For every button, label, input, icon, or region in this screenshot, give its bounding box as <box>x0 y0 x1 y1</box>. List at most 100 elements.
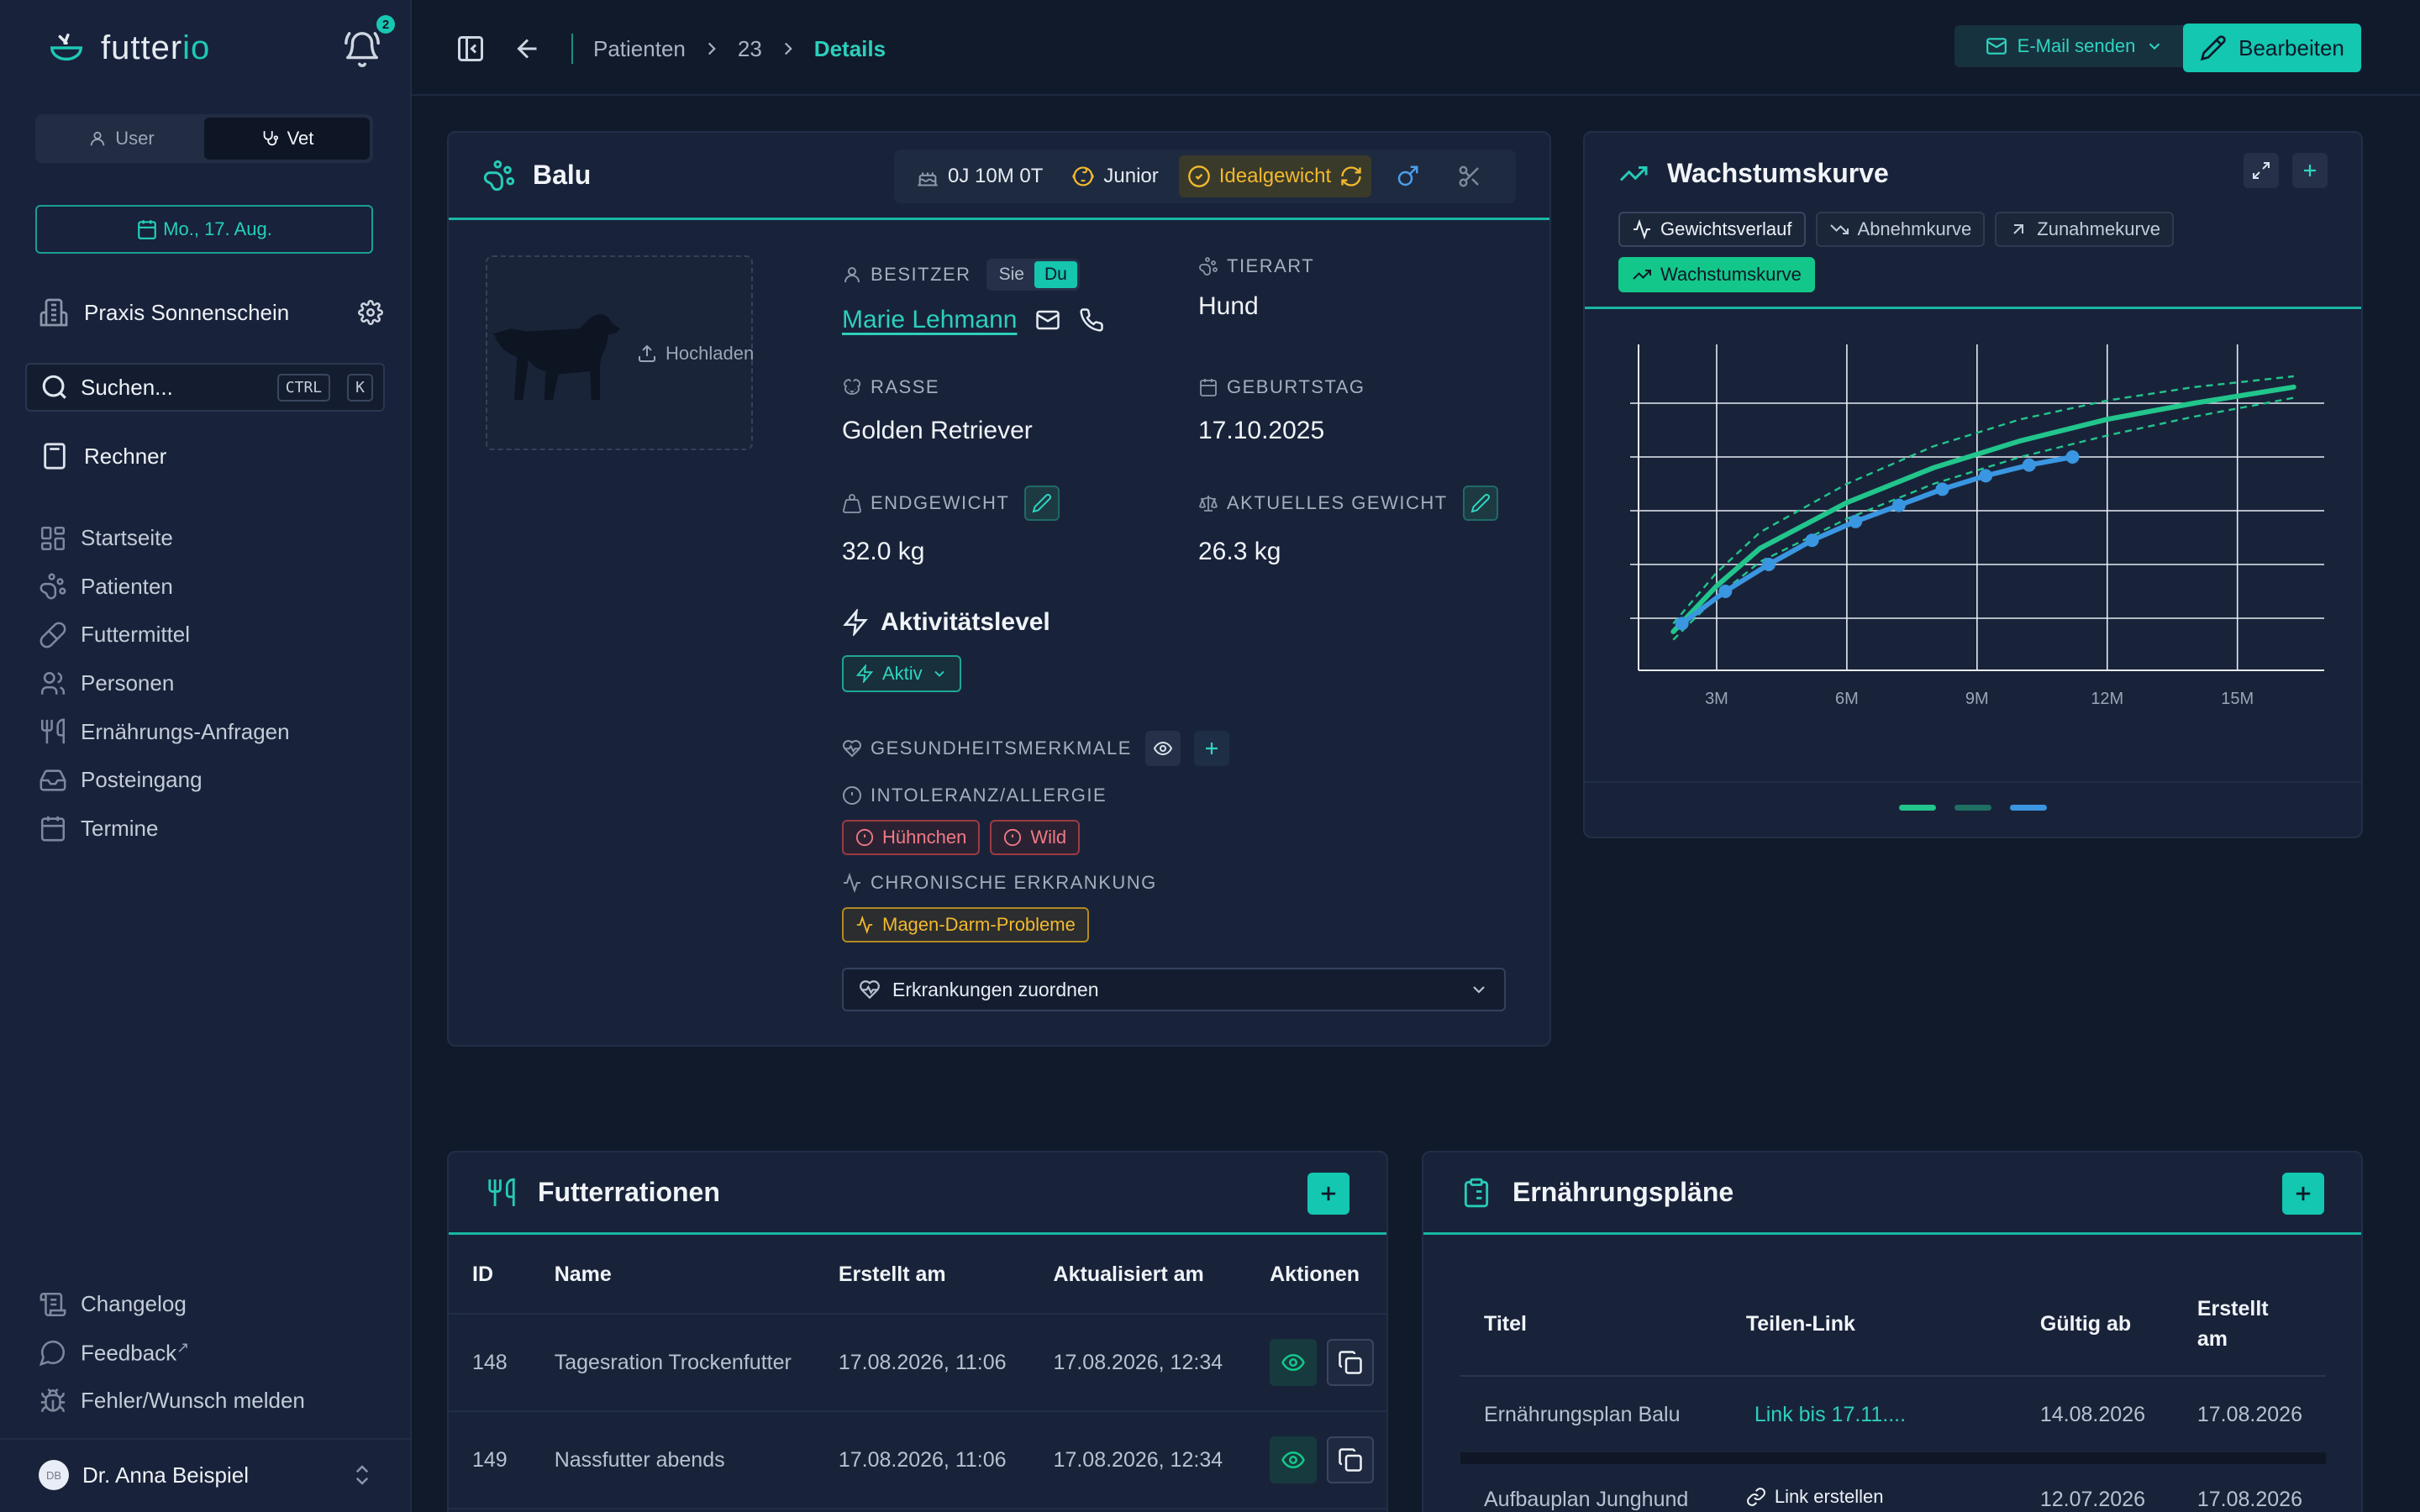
column-header[interactable]: Teilen-Link <box>1722 1272 2017 1377</box>
intolerance-tag[interactable]: Hühnchen <box>842 820 981 855</box>
send-email-button[interactable]: E-Mail senden <box>1954 25 2195 67</box>
intolerance-tag[interactable]: Wild <box>990 820 1081 855</box>
sidebar-item-startseite[interactable]: Startseite <box>39 514 392 563</box>
photo-upload[interactable]: Hochladen <box>486 255 754 450</box>
measured-point <box>2022 458 2036 472</box>
edit-current-weight-button[interactable] <box>1462 486 1498 521</box>
tab-label: Wachstumskurve <box>1660 264 1802 285</box>
sidebar-item-patienten[interactable]: Patienten <box>39 563 392 612</box>
role-user-button[interactable]: User <box>39 118 204 160</box>
x-tick-label: 15M <box>2221 690 2254 708</box>
plan-link-cell: Link bis 17.11.... <box>1722 1376 2017 1464</box>
address-du-option[interactable]: Du <box>1034 261 1077 288</box>
plans-title: Ernährungspläne <box>1512 1177 1734 1207</box>
date-button[interactable]: Mo., 17. Aug. <box>35 205 373 254</box>
add-ration-button[interactable] <box>1307 1173 1349 1215</box>
maximize-icon <box>2253 162 2270 179</box>
copy-button[interactable] <box>1327 1436 1375 1483</box>
table-row[interactable]: 148 Tagesration Trockenfutter 17.08.2026… <box>449 1314 1386 1412</box>
brand-logo[interactable]: futterio <box>47 29 210 67</box>
create-link-button[interactable]: Link erstellen <box>1746 1486 1883 1508</box>
panel-left-icon[interactable] <box>455 34 486 64</box>
gear-icon[interactable] <box>358 300 383 325</box>
sidebar-footer: Changelog Feedback↗ Fehler/Wunsch melden <box>39 1280 392 1425</box>
mail-icon[interactable] <box>1035 307 1060 333</box>
table-row[interactable]: Aufbauplan Junghund Link erstellen 12.07… <box>1460 1458 2326 1512</box>
user-menu[interactable]: DB Dr. Anna Beispiel <box>39 1460 375 1490</box>
feedback-text: Feedback <box>81 1340 177 1366</box>
sidebar-item-posteingang[interactable]: Posteingang <box>39 756 392 805</box>
current-weight-label-row: Aktuelles Gewicht <box>1198 486 1498 521</box>
upload-button[interactable]: Hochladen <box>637 343 754 365</box>
dog-icon <box>842 377 862 397</box>
toggle-visibility-button[interactable] <box>1144 731 1181 766</box>
upload-label: Hochladen <box>666 343 755 364</box>
growth-chart-svg: 3M 6M 9M 12M 15M <box>1630 344 2324 708</box>
sidebar-item-feedback[interactable]: Feedback↗ <box>39 1329 392 1378</box>
sidebar-item-changelog[interactable]: Changelog <box>39 1280 392 1329</box>
phone-icon[interactable] <box>1079 307 1104 333</box>
sidebar-item-bug-report[interactable]: Fehler/Wunsch melden <box>39 1377 392 1425</box>
breadcrumb-id[interactable]: 23 <box>738 36 762 62</box>
trending-up-icon <box>1618 159 1649 189</box>
role-vet-label: Vet <box>287 128 314 149</box>
table-row[interactable]: 149 Nassfutter abends 17.08.2026, 11:06 … <box>449 1411 1386 1509</box>
column-header[interactable]: Gültig ab <box>2016 1272 2174 1377</box>
owner-name-link[interactable]: Marie Lehmann <box>842 306 1017 334</box>
table-row[interactable]: Ernährungsplan Balu Link bis 17.11.... 1… <box>1460 1376 2326 1464</box>
bell-icon[interactable] <box>343 30 381 69</box>
link-icon <box>1746 1487 1766 1507</box>
add-measurement-button[interactable] <box>2292 153 2328 188</box>
tab-zunahmekurve[interactable]: Zunahmekurve <box>1995 212 2175 247</box>
search-box[interactable]: Suchen... CTRL K <box>25 363 385 412</box>
column-header[interactable]: Titel <box>1460 1272 1723 1377</box>
activity-title: Aktivitätslevel <box>881 608 1050 636</box>
view-button[interactable] <box>1270 1436 1318 1483</box>
species-value: Hund <box>1198 292 1259 320</box>
view-button[interactable] <box>1270 1339 1318 1386</box>
tab-abnehmkurve[interactable]: Abnehmkurve <box>1815 212 1986 247</box>
ration-actions <box>1246 1314 1386 1412</box>
add-plan-button[interactable] <box>2282 1173 2324 1215</box>
tab-gewichtsverlauf[interactable]: Gewichtsverlauf <box>1618 212 1806 247</box>
sidebar-item-futtermittel[interactable]: Futtermittel <box>39 611 392 659</box>
weight-status-badge[interactable]: Idealgewicht <box>1178 155 1372 197</box>
add-health-trait-button[interactable] <box>1193 731 1229 766</box>
tab-wachstumskurve[interactable]: Wachstumskurve <box>1618 257 1815 292</box>
sidebar-item-personen[interactable]: Personen <box>39 659 392 708</box>
activity-level-select[interactable]: Aktiv <box>842 655 961 692</box>
copy-button[interactable] <box>1327 1339 1375 1386</box>
sidebar-item-rechner[interactable]: Rechner <box>40 442 166 470</box>
age-value: 0J 10M 0T <box>948 165 1044 187</box>
grid-icon <box>39 524 67 553</box>
share-link[interactable]: Link bis 17.11.... <box>1746 1403 1906 1426</box>
sidebar-item-ernaehrungs-anfragen[interactable]: Ernährungs-Anfragen <box>39 707 392 756</box>
column-header[interactable]: Erstellt am <box>2173 1272 2326 1377</box>
shortcut-ctrl: CTRL <box>276 373 331 402</box>
role-vet-button[interactable]: Vet <box>204 118 370 160</box>
final-weight-value: 32.0 kg <box>842 538 925 565</box>
sidebar-item-termine[interactable]: Termine <box>39 805 392 853</box>
assign-diseases-select[interactable]: Erkrankungen zuordnen <box>842 968 1506 1011</box>
expand-button[interactable] <box>2244 153 2279 188</box>
copy-icon <box>1339 1448 1362 1472</box>
legend-dot-band <box>1954 805 1991 811</box>
weight-icon <box>842 493 862 513</box>
column-header[interactable]: ID <box>449 1236 531 1315</box>
arrow-left-icon[interactable] <box>513 34 543 64</box>
column-header[interactable]: Aktualisiert am <box>1029 1236 1247 1315</box>
practice-selector[interactable]: Praxis Sonnenschein <box>39 294 383 331</box>
chevron-right-icon <box>701 38 723 60</box>
address-sie-option[interactable]: Sie <box>989 261 1034 288</box>
paw-icon <box>1198 256 1218 276</box>
column-header[interactable]: Name <box>530 1236 815 1315</box>
eye-icon <box>1153 741 1172 756</box>
breadcrumb-patients[interactable]: Patienten <box>593 36 686 62</box>
column-header[interactable]: Erstellt am <box>814 1236 1030 1315</box>
chronic-tag[interactable]: Magen-Darm-Probleme <box>842 907 1089 942</box>
edit-final-weight-button[interactable] <box>1024 486 1060 521</box>
paw-icon <box>482 159 516 192</box>
edit-button[interactable]: Bearbeiten <box>2183 24 2361 72</box>
breed-label: Rasse <box>871 376 940 397</box>
plus-icon <box>2304 165 2316 176</box>
